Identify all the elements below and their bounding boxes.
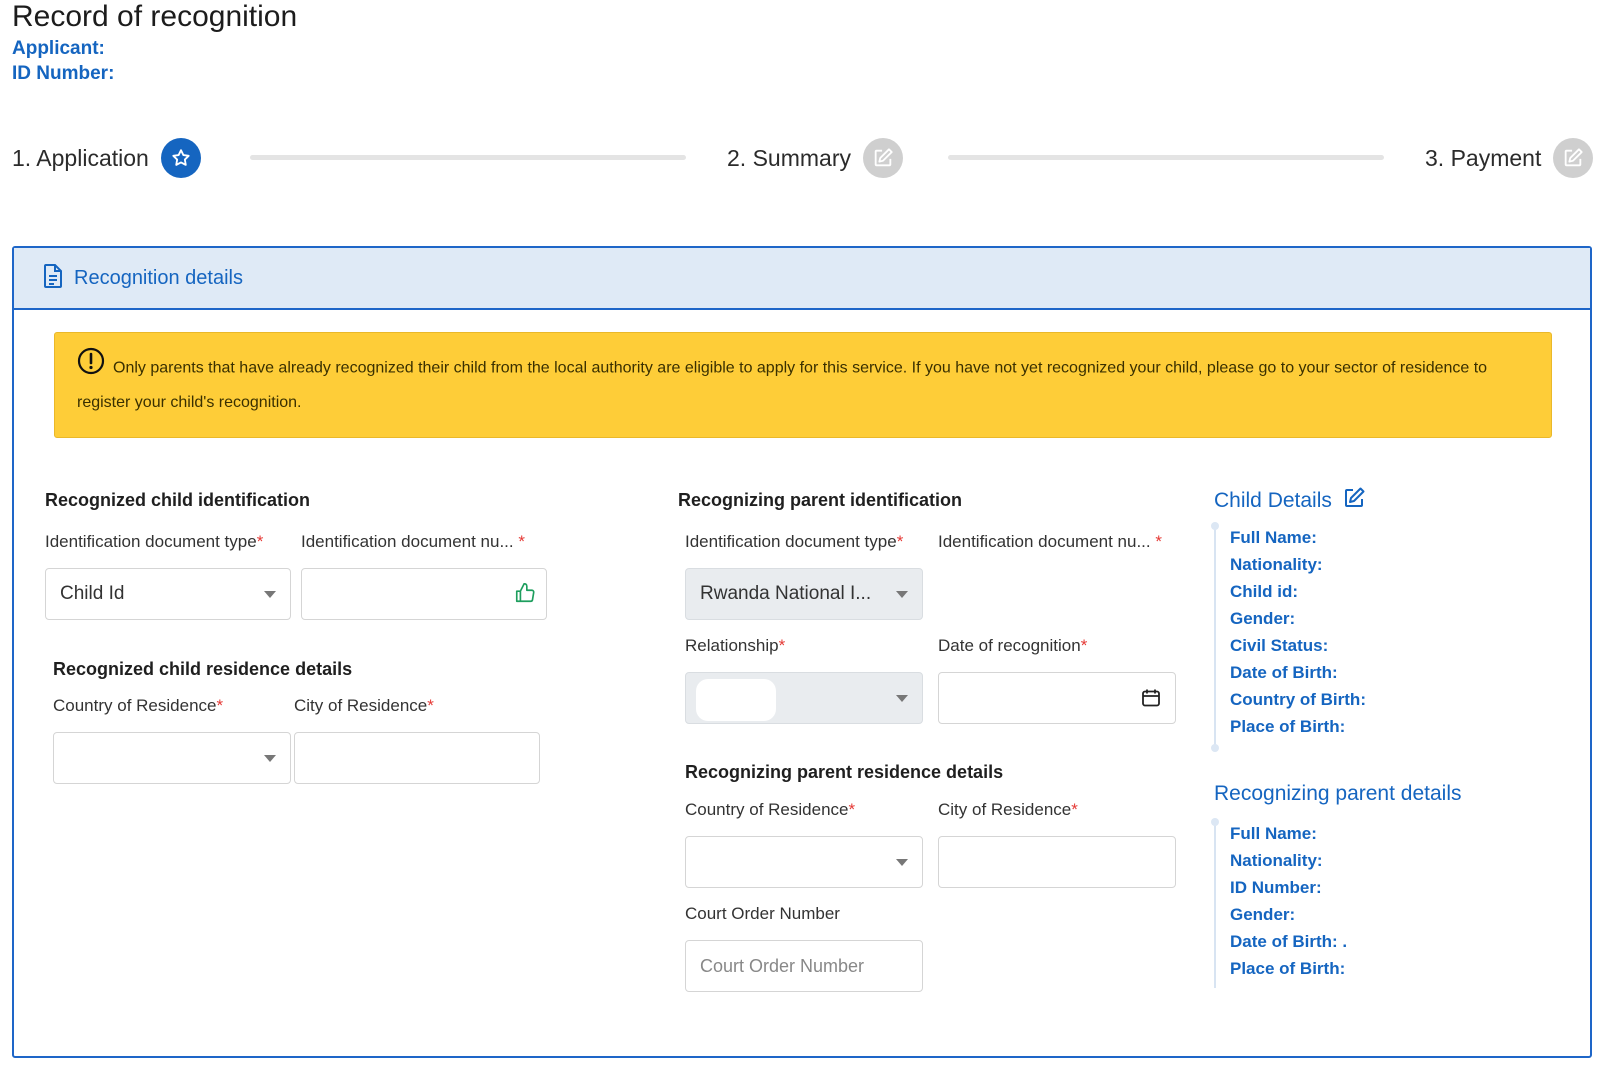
list-item: Nationality: [1230,555,1323,574]
child-residence-title: Recognized child residence details [53,659,353,679]
list-item: Gender: [1230,905,1296,924]
page-title: Record of recognition [12,0,298,33]
step-label: 1. Application [12,144,149,171]
list-item: Civil Status: [1230,636,1329,655]
child-details-list: Full Name: Nationality: Child id: Gender… [1211,522,1366,752]
list-item: Child id: [1230,582,1298,601]
chevron-down-icon [264,591,276,598]
edit-icon [1553,138,1594,178]
chevron-down-icon [896,859,908,866]
parent-doc-type-select[interactable]: Rwanda National I... [685,568,923,620]
child-doc-type-select[interactable]: Child Id [45,568,291,620]
date-of-recognition-input[interactable] [938,672,1176,724]
calendar-icon[interactable] [1141,688,1161,714]
parent-country-select[interactable] [685,836,923,888]
step-connector [948,155,1384,160]
court-order-placeholder: Court Order Number [700,955,865,976]
relationship-select[interactable] [685,672,923,724]
parent-residence-title: Recognizing parent residence details [685,762,1004,782]
step-summary[interactable]: 2. Summary [727,138,903,178]
child-city-input[interactable] [294,732,540,784]
timeline-dot [1211,744,1219,752]
parent-city-input[interactable] [938,836,1176,888]
parent-doc-number-label: Identification document nu... * [938,532,1162,551]
id-number-label: ID Number: [12,63,115,84]
select-value: Child Id [60,583,125,604]
recognition-details-card: Recognition details Only parents that ha… [12,246,1592,1058]
thumbs-up-icon [514,582,536,610]
edit-icon [862,138,903,178]
relationship-label: Relationship* [685,636,786,655]
parent-doc-number-input[interactable] [938,568,1176,620]
chevron-down-icon [896,591,908,598]
timeline-dot [1211,522,1219,530]
child-details-title: Child Details [1214,489,1332,512]
step-label: 2. Summary [727,144,851,171]
list-item: Place of Birth: [1230,959,1346,978]
parent-city-label: City of Residence* [938,800,1078,819]
list-item: Full Name: [1230,528,1317,547]
child-country-label: Country of Residence* [53,696,224,715]
court-order-input[interactable]: Court Order Number [685,940,923,992]
child-country-select[interactable] [53,732,291,784]
child-details-header: Child Details [1214,486,1366,516]
edit-icon[interactable] [1342,486,1366,516]
list-item: Gender: [1230,609,1296,628]
parent-details-list: Full Name: Nationality: ID Number: Gende… [1211,818,1348,988]
parent-doc-type-label: Identification document type* [685,532,904,551]
list-item: Country of Birth: [1230,690,1366,709]
child-identification-title: Recognized child identification [45,490,311,510]
step-label: 3. Payment [1425,144,1542,171]
child-doc-type-label: Identification document type* [45,532,264,551]
list-item: Nationality: [1230,851,1323,870]
step-payment[interactable]: 3. Payment [1425,138,1594,178]
list-item: Date of Birth: . [1230,932,1348,951]
parent-identification-title: Recognizing parent identification [678,490,963,510]
date-of-recognition-label: Date of recognition* [938,636,1088,655]
card-title: Recognition details [74,266,243,289]
exclamation-circle-icon [77,347,105,386]
child-doc-number-input[interactable] [301,568,547,620]
applicant-label: Applicant: [12,38,105,59]
chevron-down-icon [896,695,908,702]
court-order-label: Court Order Number [685,904,840,923]
step-application[interactable]: 1. Application [12,138,201,178]
parent-details-title: Recognizing parent details [1214,782,1462,805]
select-value: Rwanda National I... [700,583,872,604]
star-icon [160,138,201,178]
child-doc-number-label: Identification document nu... * [301,532,525,551]
card-header: Recognition details [14,248,1590,310]
parent-details-header: Recognizing parent details [1214,782,1462,806]
document-icon [42,263,64,293]
timeline-dot [1211,818,1219,826]
list-item: ID Number: [1230,878,1322,897]
list-item: Date of Birth: [1230,663,1338,682]
chevron-down-icon [264,755,276,762]
eligibility-alert: Only parents that have already recognize… [54,332,1552,438]
parent-country-label: Country of Residence* [685,800,856,819]
list-item: Place of Birth: [1230,717,1346,736]
redaction-mask [696,679,776,721]
step-connector [250,155,686,160]
child-city-label: City of Residence* [294,696,434,715]
list-item: Full Name: [1230,824,1317,843]
alert-text: Only parents that have already recognize… [77,359,1488,411]
